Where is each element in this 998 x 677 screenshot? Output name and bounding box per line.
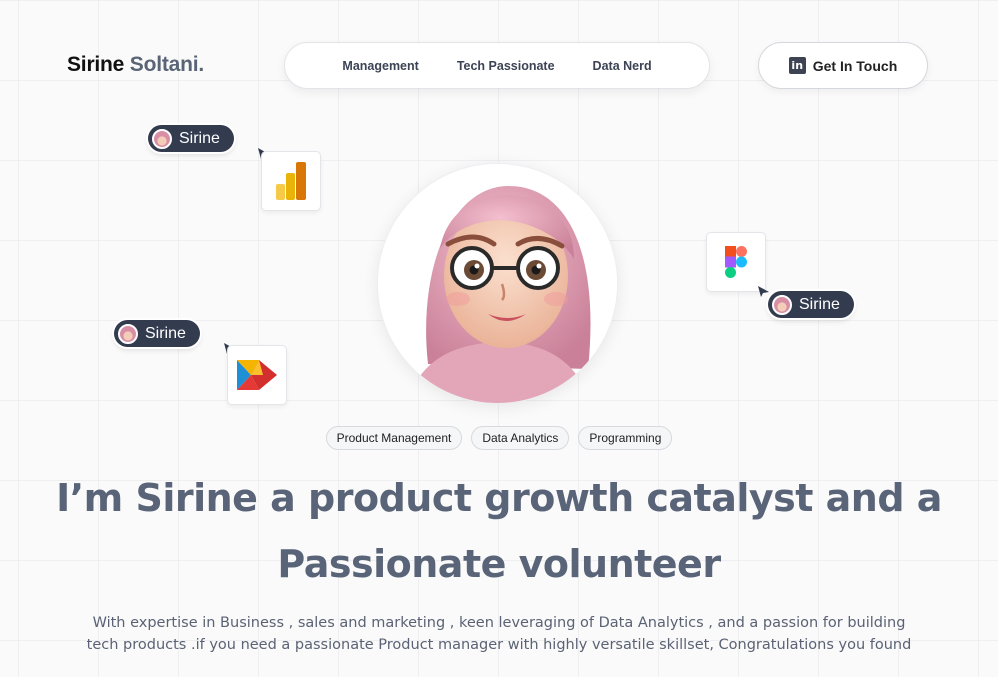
pill-label: Sirine xyxy=(799,295,840,313)
hero-headline-line2: Passionate volunteer xyxy=(277,542,721,586)
mini-avatar xyxy=(118,323,138,344)
profile-avatar xyxy=(377,163,618,404)
hijab-avatar-illustration xyxy=(378,164,617,403)
pill-label: Sirine xyxy=(145,324,186,342)
get-in-touch-label: Get In Touch xyxy=(812,57,898,74)
get-in-touch-button[interactable]: in Get In Touch xyxy=(758,42,928,89)
hero-description-line1: With expertise in Business , sales and m… xyxy=(92,615,906,631)
tag-data-analytics: Data Analytics xyxy=(471,426,570,450)
tag-programming: Programming xyxy=(578,426,673,450)
logo-first-name: Sirine xyxy=(67,53,125,76)
name-pill-powerbi: Sirine xyxy=(148,125,234,152)
skill-tags: Product Management Data Analytics Progra… xyxy=(0,426,998,450)
mini-avatar xyxy=(772,294,792,315)
mini-avatar xyxy=(152,128,172,149)
logo-last-name: Soltani. xyxy=(129,53,205,76)
nav-link-management[interactable]: Management xyxy=(342,59,418,73)
tableau-arrow-icon xyxy=(237,360,277,390)
hero-description-line2: tech products .if you need a passionate … xyxy=(86,637,912,653)
cursor-pointer-icon xyxy=(758,286,769,297)
figma-card xyxy=(706,232,766,292)
nav-link-data-nerd[interactable]: Data Nerd xyxy=(593,59,652,73)
analytics-tool-card xyxy=(227,345,287,405)
tag-product-management: Product Management xyxy=(325,426,463,450)
linkedin-icon: in xyxy=(788,57,806,74)
name-pill-analytics: Sirine xyxy=(114,320,200,347)
site-logo[interactable]: Sirine Soltani. xyxy=(67,53,204,77)
pill-label: Sirine xyxy=(179,129,220,147)
top-nav: Management Tech Passionate Data Nerd xyxy=(284,42,710,89)
figma-icon xyxy=(725,246,747,278)
name-pill-figma: Sirine xyxy=(768,291,854,318)
power-bi-card xyxy=(261,151,321,211)
nav-link-tech-passionate[interactable]: Tech Passionate xyxy=(457,59,555,73)
hero-headline-line1: I’m Sirine a product growth catalyst and… xyxy=(56,476,942,520)
power-bi-icon xyxy=(276,162,306,200)
